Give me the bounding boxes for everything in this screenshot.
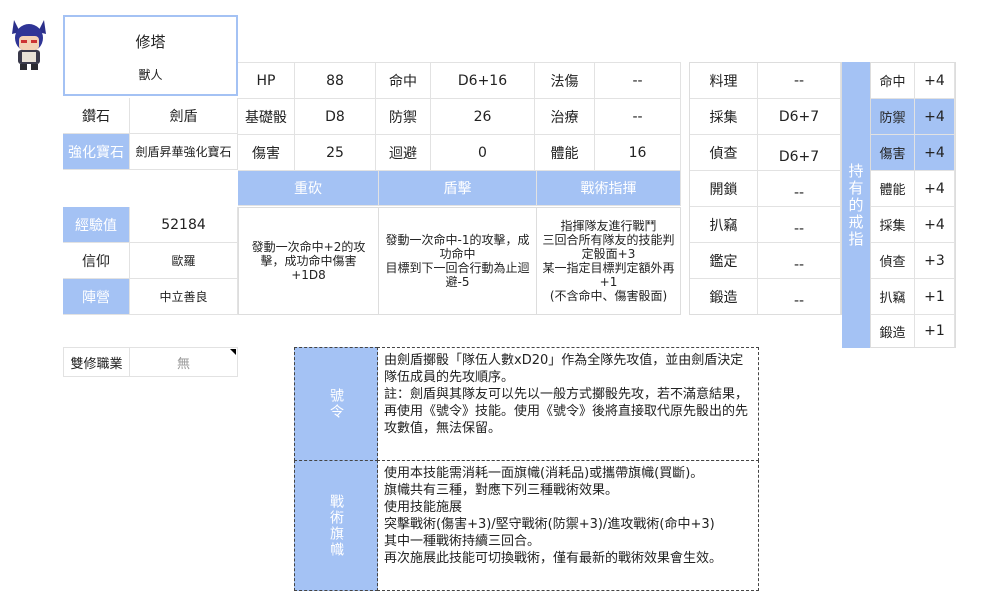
life-skills-table: 料理 -- 採集 D6+7 偵查 D6+7 開鎖 -- 扒竊 -- 鑑定 -- … [689, 62, 842, 315]
hp-value: 88 [295, 63, 376, 99]
passive-name-war-banner: 戰術旗幟 [294, 460, 378, 591]
base-dice-value: D8 [295, 99, 376, 135]
avatar [6, 14, 52, 72]
exp-label: 經驗值 [63, 207, 130, 243]
skill-header-tactical-command: 戰術指揮 [537, 171, 681, 206]
ring-value: +4 [915, 63, 955, 99]
ring-title: 持有的戒指 [842, 62, 870, 348]
skill-header-heavy-slash: 重砍 [238, 171, 379, 206]
skill-desc-shield-bash: 發動一次命中-1的攻擊，成功命中 目標到下一回合行動為止迴避-5 [379, 207, 537, 315]
ring-value: +1 [915, 279, 955, 315]
profile-card: 修塔 獸人 [63, 15, 238, 96]
ring-value: +4 [915, 171, 955, 207]
passive-desc-war-banner: 使用本技能需消耗一面旗幟(消耗品)或攜帶旗幟(買斷)。 旗幟共有三種，對應下列三… [377, 460, 759, 591]
ring-table: 命中 +4 防禦 +4 傷害 +4 體能 +4 採集 +4 偵查 +3 扒竊 +… [870, 62, 956, 348]
defense-label: 防禦 [376, 99, 431, 135]
ring-label: 鍛造 [871, 315, 915, 347]
damage-value: 25 [295, 135, 376, 171]
life-skill-value: D6+7 [758, 135, 841, 171]
life-skill-label: 鑑定 [690, 243, 758, 279]
ring-value: +4 [915, 99, 955, 135]
ring-label: 偵查 [871, 243, 915, 279]
life-skill-value: D6+7 [758, 99, 841, 135]
magic-label: 法傷 [535, 63, 595, 99]
life-skill-value: -- [758, 207, 841, 243]
life-skill-value: -- [758, 243, 841, 279]
faith-value: 歐羅 [130, 243, 238, 279]
evasion-value: 0 [431, 135, 535, 171]
skill-desc-tactical-command: 指揮隊友進行戰鬥 三回合所有隊友的技能判定骰面+3 某一指定目標判定額外再+1 … [537, 207, 681, 315]
dual-class-value: 無 [176, 356, 190, 372]
ore-label: 鑽石 [63, 98, 130, 134]
ring-value: +4 [915, 207, 955, 243]
life-skill-value: -- [758, 171, 841, 207]
skill-desc-heavy-slash: 發動一次命中+2的攻擊，成功命中傷害+1D8 [238, 207, 379, 315]
character-name: 修塔 [135, 33, 166, 51]
passive-skills-table: 號令 由劍盾擲骰「隊伍人數xD20」作為全隊先攻值，並由劍盾決定隊伍成員的先攻順… [294, 347, 759, 591]
ring-label: 扒竊 [871, 279, 915, 315]
camp-label: 陣營 [63, 279, 130, 315]
ore-value: 劍盾 [130, 98, 238, 134]
defense-value: 26 [431, 99, 535, 135]
camp-value: 中立善良 [130, 279, 238, 315]
heal-value: -- [595, 99, 681, 135]
stamina-value: 16 [595, 135, 681, 171]
stamina-label: 體能 [535, 135, 595, 171]
exp-value: 52184 [130, 207, 238, 243]
passive-name-command: 號令 [294, 347, 378, 461]
life-skill-label: 扒竊 [690, 207, 758, 243]
damage-label: 傷害 [238, 135, 295, 171]
ring-label: 體能 [871, 171, 915, 207]
heal-label: 治療 [535, 99, 595, 135]
faith-label: 信仰 [63, 243, 130, 279]
stats-grid: HP 88 命中 D6+16 法傷 -- 基礎骰 D8 防禦 26 治療 -- … [238, 62, 681, 171]
gem-label: 強化寶石 [63, 134, 130, 170]
ring-label: 命中 [871, 63, 915, 99]
character-race: 獸人 [138, 68, 163, 82]
dual-class-label: 雙修職業 [63, 347, 130, 377]
ring-value: +3 [915, 243, 955, 279]
hit-value: D6+16 [431, 63, 535, 99]
dropdown-corner-icon [230, 349, 236, 355]
passive-desc-command: 由劍盾擲骰「隊伍人數xD20」作為全隊先攻值，並由劍盾決定隊伍成員的先攻順序。 … [377, 347, 759, 461]
life-skill-label: 偵查 [690, 135, 758, 171]
base-dice-label: 基礎骰 [238, 99, 295, 135]
life-skill-label: 採集 [690, 99, 758, 135]
life-skill-label: 開鎖 [690, 171, 758, 207]
evasion-label: 迴避 [376, 135, 431, 171]
dual-class-select[interactable]: 無 [130, 347, 238, 377]
life-skill-label: 鍛造 [690, 279, 758, 314]
gem-value: 劍盾昇華強化寶石 [130, 134, 238, 170]
ring-value: +1 [915, 315, 955, 347]
life-skill-label: 料理 [690, 63, 758, 99]
ring-label: 傷害 [871, 135, 915, 171]
life-skill-value: -- [758, 63, 841, 99]
ring-label: 採集 [871, 207, 915, 243]
ring-label: 防禦 [871, 99, 915, 135]
ring-value: +4 [915, 135, 955, 171]
hp-label: HP [238, 63, 295, 99]
life-skill-value: -- [758, 279, 841, 314]
magic-value: -- [595, 63, 681, 99]
skill-header-shield-bash: 盾擊 [379, 171, 537, 206]
hit-label: 命中 [376, 63, 431, 99]
